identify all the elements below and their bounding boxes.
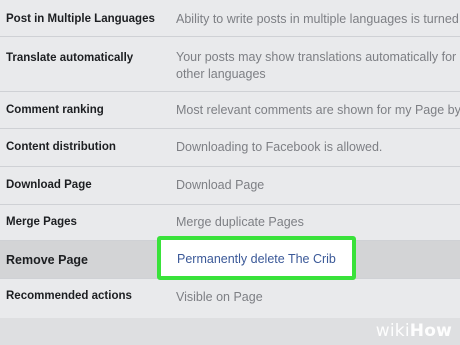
row-label: Comment ranking <box>6 104 104 116</box>
row-label: Post in Multiple Languages <box>6 13 155 25</box>
settings-row-comment-ranking[interactable]: Comment ranking Most relevant comments a… <box>0 91 460 128</box>
permanently-delete-link[interactable]: Permanently delete The Crib <box>177 252 336 266</box>
row-value: Most relevant comments are shown for my … <box>176 103 460 117</box>
row-label: Content distribution <box>6 141 116 153</box>
row-value: Download Page <box>176 178 265 192</box>
row-label: Remove Page <box>6 253 88 267</box>
settings-row-download-page[interactable]: Download Page Download Page <box>0 166 460 204</box>
row-value: Ability to write posts in multiple langu… <box>176 12 460 26</box>
highlight-box: Permanently delete The Crib <box>157 236 356 280</box>
settings-row-content-distribution[interactable]: Content distribution Downloading to Face… <box>0 128 460 166</box>
settings-row-merge-pages[interactable]: Merge Pages Merge duplicate Pages <box>0 204 460 240</box>
row-label: Download Page <box>6 179 92 191</box>
settings-row-translate-automatically[interactable]: Translate automatically Your posts may s… <box>0 36 460 91</box>
row-label: Translate automatically <box>6 52 134 64</box>
wikihow-watermark: wikiHow <box>375 321 452 341</box>
row-value: Downloading to Facebook is allowed. <box>176 140 383 154</box>
row-label: Merge Pages <box>6 216 77 228</box>
page-settings-panel: Post in Multiple Languages Ability to wr… <box>0 0 460 318</box>
settings-row-recommended-actions[interactable]: Recommended actions Visible on Page <box>0 278 460 318</box>
row-value: Merge duplicate Pages <box>176 215 304 229</box>
row-label: Recommended actions <box>6 290 132 302</box>
row-value: Visible on Page <box>176 290 263 304</box>
row-value: Your posts may show translations automat… <box>176 49 460 83</box>
row-value-line: Your posts may show translations automat… <box>176 50 460 64</box>
row-value-line: other languages <box>176 67 266 81</box>
settings-row-post-in-multiple-languages[interactable]: Post in Multiple Languages Ability to wr… <box>0 0 460 36</box>
